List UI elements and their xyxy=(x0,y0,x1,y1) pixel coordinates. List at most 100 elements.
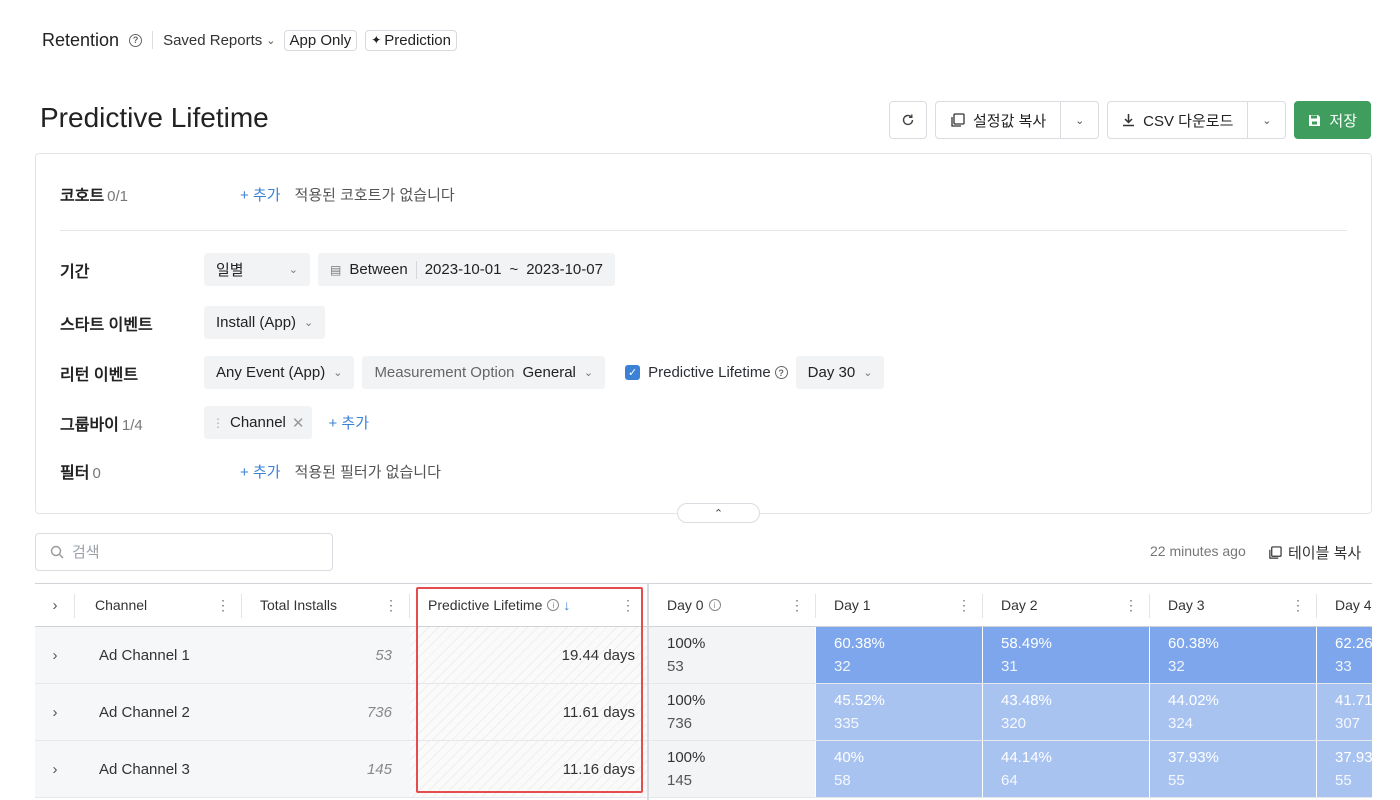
predictive-lifetime-highlight xyxy=(416,587,643,793)
header-day1-label: Day 1 xyxy=(834,597,871,613)
cell-pct: 60.38% xyxy=(1168,635,1219,652)
close-icon[interactable]: ✕ xyxy=(292,414,305,432)
filter-label: 필터 0 xyxy=(60,459,204,483)
date-range-picker[interactable]: ▤ Between 2023-10-01 ~ 2023-10-07 xyxy=(318,253,615,286)
drag-handle-icon[interactable]: ⋮ xyxy=(212,416,224,430)
more-icon[interactable]: ⋮ xyxy=(790,597,804,614)
csv-download-button[interactable]: CSV 다운로드 xyxy=(1107,101,1249,139)
cell-day-1: 40% 58 xyxy=(816,741,983,797)
header-total-installs[interactable]: Total Installs ⋮ xyxy=(242,584,410,626)
add-filter-button[interactable]: + 추가 xyxy=(240,461,281,482)
csv-download-label: CSV 다운로드 xyxy=(1143,112,1234,130)
more-icon[interactable]: ⋮ xyxy=(216,597,230,614)
cell-pct: 44.14% xyxy=(1001,749,1052,766)
chevron-right-icon: › xyxy=(52,760,58,778)
collapse-panel-button[interactable]: ⌃ xyxy=(677,503,760,523)
cell-count: 145 xyxy=(667,772,693,789)
cell-day-0: 100% 736 xyxy=(649,684,816,740)
search-box[interactable] xyxy=(35,533,333,571)
measurement-option-select[interactable]: Measurement Option General ⌄ xyxy=(362,356,606,389)
cell-count: 55 xyxy=(1168,772,1185,789)
cell-pct: 37.93% xyxy=(1168,749,1219,766)
chevron-down-icon: ⌄ xyxy=(583,367,594,379)
day-select[interactable]: Day 30 ⌄ xyxy=(795,356,885,389)
cell-day-4: 37.93% 55 xyxy=(1317,741,1372,797)
group-by-row: 그룹바이 1/4 ⋮ Channel ✕ + 추가 xyxy=(60,406,383,439)
cell-pct: 62.26% xyxy=(1335,635,1372,652)
header-day-3[interactable]: Day 3 ⋮ xyxy=(1150,584,1317,626)
table-header-row: › Channel ⋮ Total Installs ⋮ Predictive Li… xyxy=(35,583,1372,627)
header-day-2[interactable]: Day 2 ⋮ xyxy=(983,584,1150,626)
day-value: Day 30 xyxy=(807,364,856,381)
cell-channel: Ad Channel 3 xyxy=(75,741,242,797)
start-event-row: 스타트 이벤트 Install (App) ⌄ xyxy=(60,306,333,339)
expand-all-button[interactable]: › xyxy=(35,584,75,626)
csv-download-dropdown[interactable]: ⌄ xyxy=(1248,101,1287,139)
header-day-1[interactable]: Day 1 ⋮ xyxy=(816,584,983,626)
start-event-label: 스타트 이벤트 xyxy=(60,316,153,334)
group-by-label: 그룹바이 1/4 xyxy=(60,411,204,435)
cell-count: 31 xyxy=(1001,658,1018,675)
search-input[interactable] xyxy=(72,543,292,561)
cell-day-0: 100% 53 xyxy=(649,627,816,683)
cell-day-3: 60.38% 32 xyxy=(1150,627,1317,683)
period-label: 기간 xyxy=(60,263,90,281)
refresh-button[interactable] xyxy=(889,101,927,139)
between-label: Between xyxy=(349,261,408,278)
more-icon[interactable]: ⋮ xyxy=(1291,597,1305,614)
cohort-label-text: 코호트 xyxy=(60,188,105,205)
app-only-badge[interactable]: App Only xyxy=(283,29,358,51)
cell-installs: 145 xyxy=(242,741,410,797)
table-copy-button[interactable]: 테이블 복사 xyxy=(1268,542,1361,563)
saved-reports-dropdown[interactable]: Saved Reports ⌄ xyxy=(163,32,275,49)
group-by-chip[interactable]: ⋮ Channel ✕ xyxy=(204,406,313,439)
header-installs-label: Total Installs xyxy=(260,597,338,613)
header-actions: 설정값 복사 ⌄ CSV 다운로드 ⌄ 저장 xyxy=(889,101,1371,139)
calendar-icon: ▤ xyxy=(330,262,342,277)
header-channel-label: Channel xyxy=(95,597,148,613)
row-expand-button[interactable]: › xyxy=(35,627,75,683)
more-icon[interactable]: ⋮ xyxy=(1124,597,1138,614)
add-cohort-button[interactable]: + 추가 xyxy=(240,184,281,205)
granularity-select[interactable]: 일별 ⌄ xyxy=(204,253,310,286)
header-day2-label: Day 2 xyxy=(1001,597,1038,613)
more-icon[interactable]: ⋮ xyxy=(957,597,971,614)
copy-settings-button[interactable]: 설정값 복사 xyxy=(935,101,1062,139)
saved-reports-label: Saved Reports xyxy=(163,31,263,49)
settings-panel: 코호트 0/1 + 추가 적용된 코호트가 없습니다 기간 일별 ⌄ ▤ Betw… xyxy=(35,153,1372,514)
info-icon[interactable]: i xyxy=(708,599,721,611)
check-icon[interactable]: ✓ xyxy=(625,365,641,380)
chevron-right-icon: › xyxy=(52,596,58,614)
help-icon[interactable]: ? xyxy=(129,33,143,47)
predictive-lifetime-toggle[interactable]: ✓ Predictive Lifetime ? xyxy=(625,364,788,381)
cohort-empty-text: 적용된 코호트가 없습니다 xyxy=(294,186,455,204)
cell-day-2: 44.14% 64 xyxy=(983,741,1150,797)
cell-count: 736 xyxy=(667,715,693,732)
add-group-by-button[interactable]: + 추가 xyxy=(328,412,369,433)
cohort-row: 코호트 0/1 + 추가 적용된 코호트가 없습니다 xyxy=(60,182,455,206)
nav-title: Retention xyxy=(42,29,120,50)
row-expand-button[interactable]: › xyxy=(35,684,75,740)
cell-day-3: 44.02% 324 xyxy=(1150,684,1317,740)
start-event-select[interactable]: Install (App) ⌄ xyxy=(204,306,326,339)
cell-day-2: 43.48% 320 xyxy=(983,684,1150,740)
cell-pct: 41.71% xyxy=(1335,692,1372,709)
return-event-select[interactable]: Any Event (App) ⌄ xyxy=(204,356,355,389)
cell-day-4: 62.26% 33 xyxy=(1317,627,1372,683)
group-by-chip-label: Channel xyxy=(230,414,286,431)
header-day-0[interactable]: Day 0 i ⋮ xyxy=(649,584,816,626)
save-button[interactable]: 저장 xyxy=(1294,101,1371,139)
csv-download-group: CSV 다운로드 ⌄ xyxy=(1107,101,1287,139)
measurement-option-value: General xyxy=(522,364,576,381)
help-icon[interactable]: ? xyxy=(774,366,788,379)
header-day-4[interactable]: Day 4 xyxy=(1317,584,1372,626)
cell-pct: 100% xyxy=(667,692,706,709)
copy-settings-dropdown[interactable]: ⌄ xyxy=(1061,101,1100,139)
filter-label-text: 필터 xyxy=(60,465,90,482)
cell-pct: 58.49% xyxy=(1001,635,1052,652)
header-channel[interactable]: Channel ⋮ xyxy=(75,584,242,626)
cell-day-1: 45.52% 335 xyxy=(816,684,983,740)
more-icon[interactable]: ⋮ xyxy=(384,597,398,614)
prediction-badge[interactable]: ✦ Prediction xyxy=(365,29,457,51)
row-expand-button[interactable]: › xyxy=(35,741,75,797)
